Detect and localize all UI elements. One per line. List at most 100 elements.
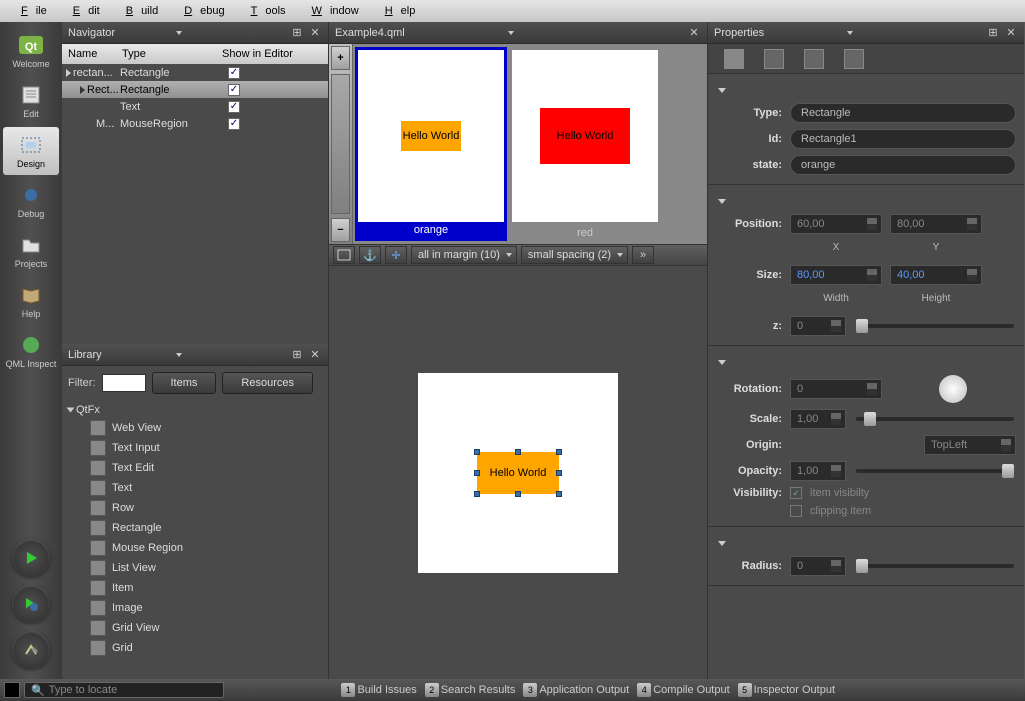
- resources-tab[interactable]: Resources: [222, 372, 313, 394]
- mode-qml-inspect[interactable]: QML Inspect: [3, 327, 59, 375]
- inspector-output-tab[interactable]: 5Inspector Output: [736, 682, 837, 698]
- mode-debug[interactable]: Debug: [3, 177, 59, 225]
- menu-window[interactable]: Window: [296, 2, 367, 20]
- section-toggle[interactable]: [716, 80, 1016, 100]
- run-button[interactable]: [12, 539, 50, 577]
- rotation-knob[interactable]: [939, 375, 967, 403]
- menu-help[interactable]: Help: [369, 2, 424, 20]
- library-item[interactable]: Mouse Region: [68, 538, 322, 558]
- dropdown-icon[interactable]: [176, 31, 182, 35]
- mode-projects[interactable]: Projects: [3, 227, 59, 275]
- selected-rectangle[interactable]: Hello World: [477, 452, 559, 494]
- split-icon[interactable]: ⊞: [290, 26, 304, 40]
- navigator-row[interactable]: M...MouseRegion✓: [62, 115, 328, 132]
- mode-welcome[interactable]: Qt Welcome: [3, 27, 59, 75]
- clipping-checkbox[interactable]: [790, 505, 802, 517]
- resize-handle[interactable]: [474, 449, 480, 455]
- state-field[interactable]: orange: [790, 155, 1016, 175]
- filter-input[interactable]: [102, 374, 146, 392]
- resize-handle[interactable]: [556, 491, 562, 497]
- mode-design[interactable]: Design: [3, 127, 59, 175]
- margin-combo[interactable]: all in margin (10): [411, 246, 517, 264]
- build-button[interactable]: [12, 631, 50, 669]
- dropdown-icon[interactable]: [847, 31, 853, 35]
- state-red[interactable]: Hello World red: [509, 47, 661, 241]
- zoom-slider[interactable]: [331, 74, 350, 214]
- canvas-root-rectangle[interactable]: Hello World: [418, 373, 618, 573]
- library-item[interactable]: Text Edit: [68, 458, 322, 478]
- col-type[interactable]: Type: [122, 48, 222, 60]
- navigator-row[interactable]: rectan...Rectangle✓: [62, 64, 328, 81]
- zoom-in-button[interactable]: +: [331, 46, 350, 70]
- navigator-row[interactable]: Text✓: [62, 98, 328, 115]
- crosshair-button[interactable]: ✛: [385, 246, 407, 264]
- build-issues-tab[interactable]: 1Build Issues: [339, 682, 418, 698]
- rotation-input[interactable]: 0: [790, 379, 882, 399]
- visibility-checkbox[interactable]: ✓: [790, 487, 802, 499]
- section-toggle[interactable]: [716, 191, 1016, 211]
- menu-build[interactable]: Build: [110, 2, 166, 20]
- scale-input[interactable]: 1,00: [790, 409, 846, 429]
- origin-combo[interactable]: TopLeft: [924, 435, 1016, 455]
- resize-handle[interactable]: [515, 491, 521, 497]
- library-item[interactable]: Rectangle: [68, 518, 322, 538]
- library-category[interactable]: QtFx: [68, 402, 322, 418]
- mode-help[interactable]: Help: [3, 277, 59, 325]
- view-mode-4[interactable]: [844, 49, 864, 69]
- compile-output-tab[interactable]: 4Compile Output: [635, 682, 731, 698]
- library-item[interactable]: Grid: [68, 638, 322, 658]
- show-checkbox[interactable]: ✓: [228, 101, 240, 113]
- zoom-out-button[interactable]: −: [331, 218, 350, 242]
- col-name[interactable]: Name: [64, 48, 122, 60]
- menu-tools[interactable]: Tools: [235, 2, 294, 20]
- show-checkbox[interactable]: ✓: [228, 84, 240, 96]
- section-toggle[interactable]: [716, 352, 1016, 372]
- show-checkbox[interactable]: ✓: [228, 67, 240, 79]
- library-item[interactable]: Row: [68, 498, 322, 518]
- menu-file[interactable]: File: [5, 2, 55, 20]
- split-icon[interactable]: ⊞: [986, 26, 1000, 40]
- resize-handle[interactable]: [515, 449, 521, 455]
- items-tab[interactable]: Items: [152, 372, 217, 394]
- col-show[interactable]: Show in Editor: [222, 48, 326, 60]
- library-item[interactable]: Web View: [68, 418, 322, 438]
- resize-handle[interactable]: [474, 470, 480, 476]
- dropdown-icon[interactable]: [508, 31, 514, 35]
- id-field[interactable]: Rectangle1: [790, 129, 1016, 149]
- close-icon[interactable]: ✕: [308, 348, 322, 362]
- view-mode-3[interactable]: [804, 49, 824, 69]
- anchor-button[interactable]: ⚓: [359, 246, 381, 264]
- navigator-row[interactable]: Rect...Rectangle✓: [62, 81, 328, 98]
- canvas[interactable]: Hello World: [329, 266, 707, 679]
- mode-edit[interactable]: Edit: [3, 77, 59, 125]
- z-slider[interactable]: [856, 324, 1014, 328]
- view-mode-2[interactable]: [764, 49, 784, 69]
- spacing-combo[interactable]: small spacing (2): [521, 246, 628, 264]
- resize-handle[interactable]: [556, 470, 562, 476]
- close-icon[interactable]: ✕: [687, 26, 701, 40]
- library-item[interactable]: List View: [68, 558, 322, 578]
- library-item[interactable]: Item: [68, 578, 322, 598]
- menu-edit[interactable]: Edit: [57, 2, 108, 20]
- z-input[interactable]: 0: [790, 316, 846, 336]
- view-mode-1[interactable]: [724, 49, 744, 69]
- close-icon[interactable]: ✕: [308, 26, 322, 40]
- library-item[interactable]: Text Input: [68, 438, 322, 458]
- library-item[interactable]: Grid View: [68, 618, 322, 638]
- opacity-input[interactable]: 1,00: [790, 461, 846, 481]
- run-debug-button[interactable]: [12, 585, 50, 623]
- resize-handle[interactable]: [556, 449, 562, 455]
- width-input[interactable]: 80,00: [790, 265, 882, 285]
- state-orange[interactable]: Hello World orange: [355, 47, 507, 241]
- library-item[interactable]: Image: [68, 598, 322, 618]
- dropdown-icon[interactable]: [176, 353, 182, 357]
- scale-slider[interactable]: [856, 417, 1014, 421]
- library-item[interactable]: Text: [68, 478, 322, 498]
- opacity-slider[interactable]: [856, 469, 1014, 473]
- resize-handle[interactable]: [474, 491, 480, 497]
- menu-debug[interactable]: Debug: [168, 2, 232, 20]
- height-input[interactable]: 40,00: [890, 265, 982, 285]
- radius-input[interactable]: 0: [790, 556, 846, 576]
- application-output-tab[interactable]: 3Application Output: [521, 682, 631, 698]
- radius-slider[interactable]: [856, 564, 1014, 568]
